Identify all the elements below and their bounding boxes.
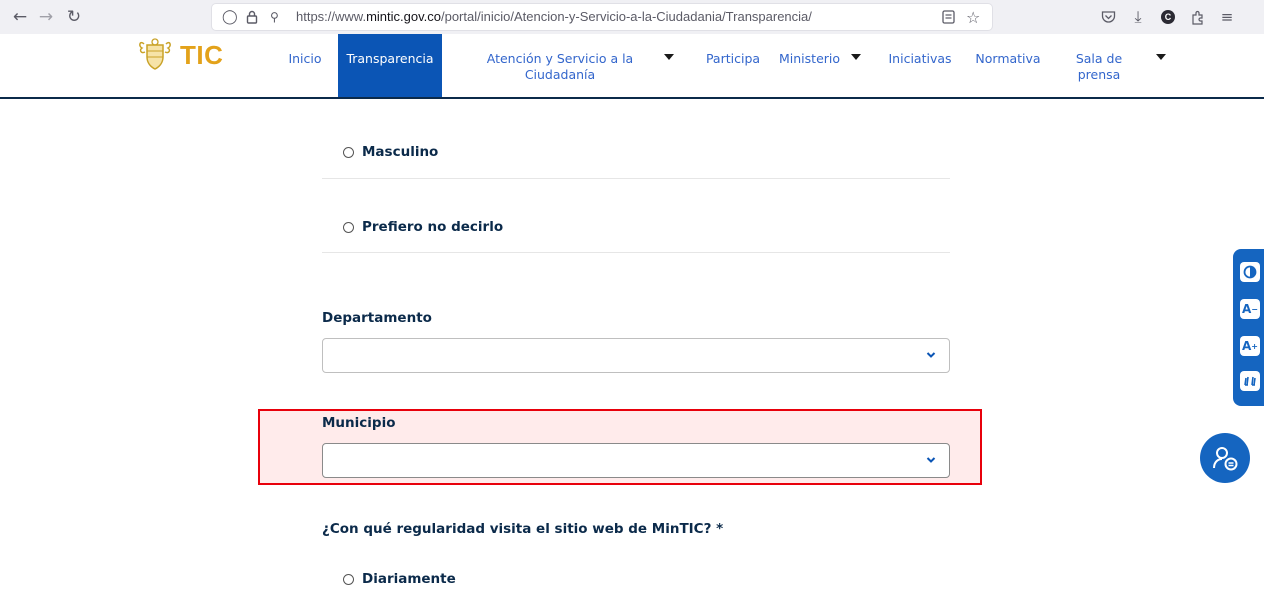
chevron-down-icon[interactable] [851,54,861,60]
radio-label: Prefiero no decirlo [362,219,504,235]
increase-font-label: A [1242,339,1252,353]
nav-iniciativas[interactable]: Iniciativas [884,34,956,97]
chevron-down-icon[interactable] [1156,54,1166,60]
radio-button[interactable] [343,574,354,585]
nav-inicio[interactable]: Inicio [280,34,330,97]
url-text[interactable]: https://www.mintic.gov.co/portal/inicio/… [296,4,812,30]
decrease-font-label: A [1242,302,1252,316]
radio-button[interactable] [343,147,354,158]
nav-transparencia[interactable]: Transparencia [338,34,442,97]
chevron-down-icon[interactable] [926,453,936,467]
shield-icon[interactable]: ◯ [222,4,238,30]
account-icon[interactable]: C [1155,0,1181,34]
contrast-icon[interactable] [1240,262,1260,282]
address-bar[interactable]: ◯ ⚲ https://www.mintic.gov.co/portal/ini… [212,4,992,30]
nav-ministerio[interactable]: Ministerio [779,34,851,97]
radio-label: Diariamente [362,571,456,587]
reload-icon[interactable]: ↻ [60,0,88,34]
browser-toolbar: ← → ↻ ◯ ⚲ https://www.mintic.gov.co/port… [0,0,1264,35]
lock-icon[interactable] [246,4,258,30]
nav-atencion-ciudadania[interactable]: Atención y Servicio a la Ciudadanía [478,34,642,97]
assistant-icon [1213,447,1238,471]
site-header: TIC Inicio Transparencia Atención y Serv… [0,34,1264,99]
departamento-label: Departamento [322,310,432,326]
decrease-font-icon[interactable]: A − [1240,299,1260,319]
radio-button[interactable] [343,222,354,233]
chevron-down-icon[interactable] [664,54,674,60]
extensions-icon[interactable] [1185,0,1211,34]
radio-option-masculino[interactable]: Masculino [322,104,950,179]
increase-font-icon[interactable]: A + [1240,336,1260,356]
municipio-select[interactable] [322,443,950,478]
radio-option-prefiero-no-decirlo[interactable]: Prefiero no decirlo [322,178,950,253]
coat-of-arms-icon [139,38,171,70]
nav-normativa[interactable]: Normativa [970,34,1046,97]
departamento-select[interactable] [322,338,950,373]
radio-option-diariamente[interactable]: Diariamente [322,540,950,614]
permissions-icon[interactable]: ⚲ [270,4,279,30]
accessibility-toolbar: A − A + [1233,249,1264,406]
nav-sala-de-prensa[interactable]: Sala de prensa [1074,34,1124,97]
frequency-question: ¿Con qué regularidad visita el sitio web… [322,521,724,537]
logo-text: TIC [180,39,224,70]
chevron-down-icon[interactable] [926,348,936,362]
municipio-label: Municipio [322,415,396,431]
nav-participa[interactable]: Participa [700,34,766,97]
mintic-logo[interactable]: TIC [136,38,223,72]
bookmark-star-icon[interactable]: ☆ [966,4,980,30]
download-icon[interactable]: ⤓ [1125,0,1151,34]
forward-icon[interactable]: → [32,0,60,34]
profile-avatar: C [1161,10,1175,24]
virtual-assistant-button[interactable] [1200,433,1250,483]
menu-icon[interactable]: ≡ [1214,0,1240,34]
pocket-icon[interactable] [1095,0,1121,34]
reader-view-icon[interactable] [942,4,955,30]
sign-language-icon[interactable] [1240,371,1260,391]
back-icon[interactable]: ← [6,0,34,34]
radio-label: Masculino [362,144,439,160]
